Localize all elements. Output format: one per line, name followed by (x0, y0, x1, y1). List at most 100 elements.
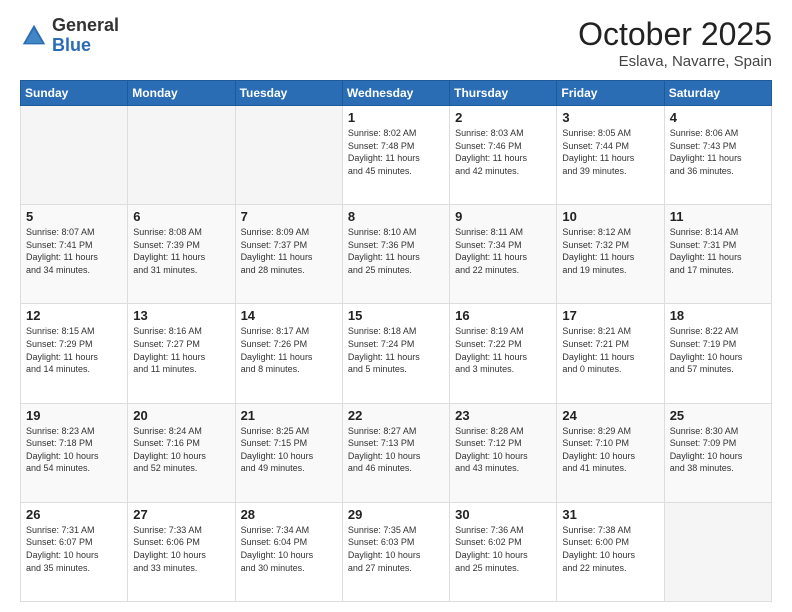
logo-general-text: General (52, 15, 119, 35)
col-wednesday: Wednesday (342, 81, 449, 106)
calendar-week-row: 12 Sunrise: 8:15 AM Sunset: 7:29 PM Dayli… (21, 304, 772, 403)
day-info: Sunrise: 8:05 AM Sunset: 7:44 PM Dayligh… (562, 127, 658, 177)
col-tuesday: Tuesday (235, 81, 342, 106)
day-number: 14 (241, 308, 337, 323)
table-row: 20Sunrise: 8:24 AM Sunset: 7:16 PM Dayli… (128, 403, 235, 502)
day-info: Sunrise: 7:34 AM Sunset: 6:04 PM Dayligh… (241, 524, 337, 574)
table-row: 25 Sunrise: 8:30 AM Sunset: 7:09 PM Dayli… (664, 403, 771, 502)
table-row: 27 Sunrise: 7:33 AM Sunset: 6:06 PM Dayli… (128, 502, 235, 601)
day-info: Sunrise: 8:09 AM Sunset: 7:37 PM Dayligh… (241, 226, 337, 276)
day-number: 30 (455, 507, 551, 522)
calendar-title: October 2025 (578, 16, 772, 53)
day-info: Sunrise: 7:38 AM Sunset: 6:00 PM Dayligh… (562, 524, 658, 574)
logo: General Blue (20, 16, 119, 56)
day-info: Sunrise: 8:25 AM Sunset: 7:15 PM Dayligh… (241, 425, 337, 475)
day-info: Sunrise: 8:24 AM Sunset: 7:16 PM Dayligh… (133, 425, 229, 475)
day-number: 4 (670, 110, 766, 125)
day-info: Sunrise: 8:27 AM Sunset: 7:13 PM Dayligh… (348, 425, 444, 475)
table-row: 16 Sunrise: 8:19 AM Sunset: 7:22 PM Dayli… (450, 304, 557, 403)
day-info: Sunrise: 7:33 AM Sunset: 6:06 PM Dayligh… (133, 524, 229, 574)
day-number: 29 (348, 507, 444, 522)
calendar-header-row: Sunday Monday Tuesday Wednesday Thursday… (21, 81, 772, 106)
day-number: 17 (562, 308, 658, 323)
table-row (21, 106, 128, 205)
day-number: 9 (455, 209, 551, 224)
logo-icon (20, 22, 48, 50)
day-number: 8 (348, 209, 444, 224)
table-row: 23 Sunrise: 8:28 AM Sunset: 7:12 PM Dayli… (450, 403, 557, 502)
day-info: Sunrise: 8:08 AM Sunset: 7:39 PM Dayligh… (133, 226, 229, 276)
day-number: 12 (26, 308, 122, 323)
table-row: 1Sunrise: 8:02 AM Sunset: 7:48 PM Daylig… (342, 106, 449, 205)
day-number: 16 (455, 308, 551, 323)
day-number: 5 (26, 209, 122, 224)
day-number: 28 (241, 507, 337, 522)
day-number: 11 (670, 209, 766, 224)
table-row: 12 Sunrise: 8:15 AM Sunset: 7:29 PM Dayli… (21, 304, 128, 403)
table-row: 7 Sunrise: 8:09 AM Sunset: 7:37 PM Daylig… (235, 205, 342, 304)
day-info: Sunrise: 8:22 AM Sunset: 7:19 PM Dayligh… (670, 325, 766, 375)
table-row: 26Sunrise: 7:31 AM Sunset: 6:07 PM Dayli… (21, 502, 128, 601)
day-number: 19 (26, 408, 122, 423)
table-row: 24 Sunrise: 8:29 AM Sunset: 7:10 PM Dayli… (557, 403, 664, 502)
table-row: 2 Sunrise: 8:03 AM Sunset: 7:46 PM Daylig… (450, 106, 557, 205)
table-row: 17 Sunrise: 8:21 AM Sunset: 7:21 PM Dayli… (557, 304, 664, 403)
day-info: Sunrise: 8:07 AM Sunset: 7:41 PM Dayligh… (26, 226, 122, 276)
logo-blue-text: Blue (52, 35, 91, 55)
col-monday: Monday (128, 81, 235, 106)
day-number: 21 (241, 408, 337, 423)
day-number: 24 (562, 408, 658, 423)
table-row (235, 106, 342, 205)
day-info: Sunrise: 8:02 AM Sunset: 7:48 PM Dayligh… (348, 127, 444, 177)
table-row: 11 Sunrise: 8:14 AM Sunset: 7:31 PM Dayli… (664, 205, 771, 304)
calendar-table: Sunday Monday Tuesday Wednesday Thursday… (20, 80, 772, 602)
calendar-week-row: 1Sunrise: 8:02 AM Sunset: 7:48 PM Daylig… (21, 106, 772, 205)
col-saturday: Saturday (664, 81, 771, 106)
day-info: Sunrise: 8:30 AM Sunset: 7:09 PM Dayligh… (670, 425, 766, 475)
table-row: 4 Sunrise: 8:06 AM Sunset: 7:43 PM Daylig… (664, 106, 771, 205)
day-number: 22 (348, 408, 444, 423)
day-info: Sunrise: 8:11 AM Sunset: 7:34 PM Dayligh… (455, 226, 551, 276)
table-row: 3 Sunrise: 8:05 AM Sunset: 7:44 PM Daylig… (557, 106, 664, 205)
day-info: Sunrise: 8:28 AM Sunset: 7:12 PM Dayligh… (455, 425, 551, 475)
day-number: 6 (133, 209, 229, 224)
day-number: 2 (455, 110, 551, 125)
table-row: 10Sunrise: 8:12 AM Sunset: 7:32 PM Dayli… (557, 205, 664, 304)
table-row: 21 Sunrise: 8:25 AM Sunset: 7:15 PM Dayli… (235, 403, 342, 502)
day-info: Sunrise: 8:29 AM Sunset: 7:10 PM Dayligh… (562, 425, 658, 475)
table-row: 13Sunrise: 8:16 AM Sunset: 7:27 PM Dayli… (128, 304, 235, 403)
calendar-week-row: 26Sunrise: 7:31 AM Sunset: 6:07 PM Dayli… (21, 502, 772, 601)
day-number: 27 (133, 507, 229, 522)
page: General Blue October 2025 Eslava, Navarr… (0, 0, 792, 612)
table-row: 15Sunrise: 8:18 AM Sunset: 7:24 PM Dayli… (342, 304, 449, 403)
calendar-subtitle: Eslava, Navarre, Spain (578, 53, 772, 70)
table-row (128, 106, 235, 205)
calendar-week-row: 19Sunrise: 8:23 AM Sunset: 7:18 PM Dayli… (21, 403, 772, 502)
table-row: 14Sunrise: 8:17 AM Sunset: 7:26 PM Dayli… (235, 304, 342, 403)
day-info: Sunrise: 8:03 AM Sunset: 7:46 PM Dayligh… (455, 127, 551, 177)
col-friday: Friday (557, 81, 664, 106)
day-info: Sunrise: 8:19 AM Sunset: 7:22 PM Dayligh… (455, 325, 551, 375)
day-number: 3 (562, 110, 658, 125)
calendar-week-row: 5 Sunrise: 8:07 AM Sunset: 7:41 PM Daylig… (21, 205, 772, 304)
day-info: Sunrise: 8:21 AM Sunset: 7:21 PM Dayligh… (562, 325, 658, 375)
day-info: Sunrise: 8:14 AM Sunset: 7:31 PM Dayligh… (670, 226, 766, 276)
table-row: 28 Sunrise: 7:34 AM Sunset: 6:04 PM Dayli… (235, 502, 342, 601)
day-number: 18 (670, 308, 766, 323)
day-number: 7 (241, 209, 337, 224)
day-info: Sunrise: 8:06 AM Sunset: 7:43 PM Dayligh… (670, 127, 766, 177)
day-number: 25 (670, 408, 766, 423)
day-info: Sunrise: 8:15 AM Sunset: 7:29 PM Dayligh… (26, 325, 122, 375)
day-number: 26 (26, 507, 122, 522)
table-row (664, 502, 771, 601)
table-row: 19Sunrise: 8:23 AM Sunset: 7:18 PM Dayli… (21, 403, 128, 502)
col-thursday: Thursday (450, 81, 557, 106)
day-info: Sunrise: 7:35 AM Sunset: 6:03 PM Dayligh… (348, 524, 444, 574)
day-number: 23 (455, 408, 551, 423)
table-row: 31Sunrise: 7:38 AM Sunset: 6:00 PM Dayli… (557, 502, 664, 601)
day-info: Sunrise: 8:18 AM Sunset: 7:24 PM Dayligh… (348, 325, 444, 375)
table-row: 22 Sunrise: 8:27 AM Sunset: 7:13 PM Dayli… (342, 403, 449, 502)
table-row: 8 Sunrise: 8:10 AM Sunset: 7:36 PM Daylig… (342, 205, 449, 304)
day-info: Sunrise: 8:10 AM Sunset: 7:36 PM Dayligh… (348, 226, 444, 276)
header: General Blue October 2025 Eslava, Navarr… (20, 16, 772, 70)
